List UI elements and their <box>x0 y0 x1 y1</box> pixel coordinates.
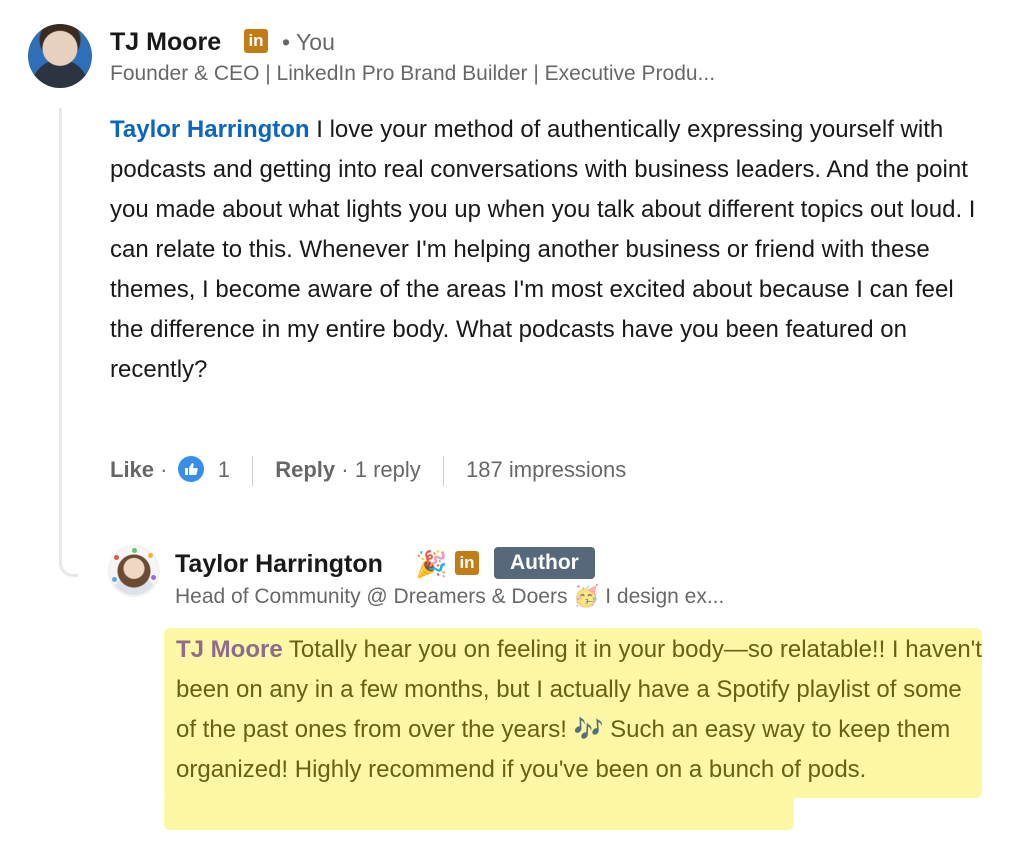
like-reaction-icon[interactable] <box>177 456 204 483</box>
linkedin-icon: in <box>455 551 479 575</box>
reply-button[interactable]: Reply <box>275 457 335 482</box>
you-text: You <box>296 29 335 55</box>
impressions-count[interactable]: 187 impressions <box>466 457 626 482</box>
tj-moore-avatar[interactable] <box>28 24 92 88</box>
comment-body-text: I love your method of authentically expr… <box>110 116 976 383</box>
reply-author-headline: Head of Community @ Dreamers & Doers 🥳 I… <box>175 585 725 608</box>
comment-author-name[interactable]: TJ Moore <box>110 24 221 60</box>
party-popper-icon: 🎉 <box>415 549 448 579</box>
linkedin-icon: in <box>244 29 268 53</box>
separator-dot: • <box>282 29 291 55</box>
like-button[interactable]: Like <box>110 457 154 482</box>
comment-author-headline: Founder & CEO | LinkedIn Pro Brand Build… <box>110 62 716 85</box>
mention-link[interactable]: TJ Moore <box>176 636 283 663</box>
reply-count[interactable]: 1 reply <box>355 457 421 482</box>
reply-body-text: Totally hear you on feeling it in your b… <box>176 636 982 783</box>
reply-author-name[interactable]: Taylor Harrington <box>175 545 383 583</box>
action-dot: · <box>341 457 349 482</box>
reply-text: TJ Moore Totally hear you on feeling it … <box>176 630 984 790</box>
action-divider <box>442 456 444 487</box>
mention-link[interactable]: Taylor Harrington <box>110 116 310 143</box>
thread-connector <box>59 108 78 577</box>
reaction-count[interactable]: 1 <box>218 457 230 482</box>
action-dot: · <box>160 457 168 482</box>
taylor-harrington-avatar[interactable] <box>108 545 160 597</box>
you-label: • You <box>282 24 335 60</box>
comment-text: Taylor Harrington I love your method of … <box>110 110 990 390</box>
author-badge: Author <box>494 547 595 579</box>
text-highlight <box>164 796 794 830</box>
action-divider <box>252 456 254 487</box>
comment-actions: Like · 1 Reply · 1 reply 187 impressions <box>110 451 626 489</box>
